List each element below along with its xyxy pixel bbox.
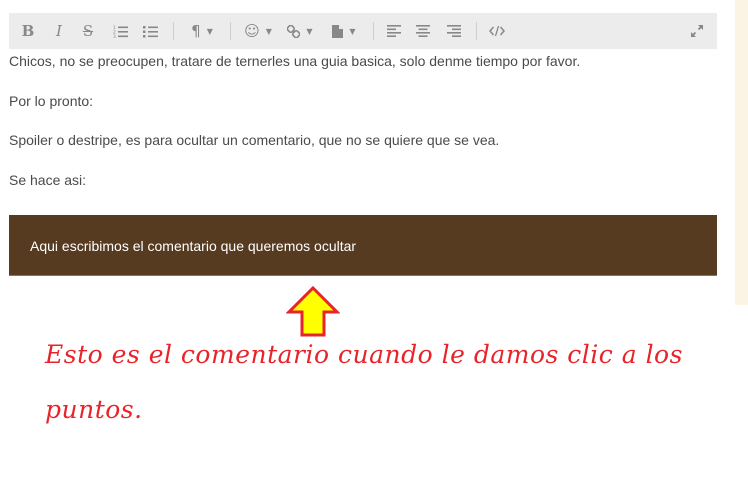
- italic-button[interactable]: I: [47, 13, 71, 49]
- chevron-down-icon: ▼: [265, 26, 272, 36]
- bullet-list-button[interactable]: [135, 13, 165, 49]
- align-left-button[interactable]: [382, 13, 406, 49]
- expand-icon: [691, 25, 703, 37]
- annotation-text: puntos.: [45, 395, 143, 424]
- smiley-icon: ☺: [244, 22, 260, 40]
- chevron-down-icon: ▼: [206, 26, 213, 36]
- paragraph: Spoiler o destripe, es para ocultar un c…: [9, 132, 500, 148]
- align-center-icon: [416, 25, 430, 37]
- paragraph-format-dropdown[interactable]: ¶ ▼: [182, 13, 222, 49]
- bold-button[interactable]: B: [9, 13, 47, 49]
- annotation-text: Esto es el comentario cuando le damos cl…: [45, 340, 683, 369]
- spoiler-text: Aqui escribimos el comentario que querem…: [30, 238, 357, 254]
- spoiler-box[interactable]: Aqui escribimos el comentario que querem…: [9, 215, 717, 276]
- align-right-button[interactable]: [440, 13, 468, 49]
- code-icon: [489, 25, 505, 37]
- toolbar-divider: [476, 22, 477, 40]
- toolbar-divider: [230, 22, 231, 40]
- ordered-list-icon: 1 2 3: [113, 25, 128, 38]
- toolbar-divider: [373, 22, 374, 40]
- ordered-list-button[interactable]: 1 2 3: [105, 13, 135, 49]
- link-icon: [287, 24, 301, 38]
- svg-text:3: 3: [113, 34, 116, 38]
- link-dropdown[interactable]: ▼: [277, 13, 323, 49]
- insert-media-dropdown[interactable]: ▼: [323, 13, 365, 49]
- chevron-down-icon: ▼: [349, 26, 356, 36]
- document-icon: [332, 24, 344, 38]
- align-center-button[interactable]: [406, 13, 440, 49]
- strikethrough-button[interactable]: S: [71, 13, 105, 49]
- paragraph: Por lo pronto:: [9, 93, 94, 109]
- align-left-icon: [387, 25, 401, 37]
- paragraph: Chicos, no se preocupen, tratare de tern…: [9, 53, 581, 69]
- source-code-button[interactable]: [485, 13, 509, 49]
- bullet-list-icon: [142, 25, 158, 37]
- fullscreen-button[interactable]: [687, 13, 707, 49]
- align-right-icon: [447, 25, 461, 37]
- page-right-edge: [735, 0, 748, 305]
- chevron-down-icon: ▼: [306, 26, 313, 36]
- paragraph: Se hace asi:: [9, 172, 87, 188]
- editor-toolbar: B I S 1 2 3 ¶ ▼ ☺ ▼ ▼ ▼: [9, 13, 717, 49]
- toolbar-divider: [173, 22, 174, 40]
- smiley-dropdown[interactable]: ☺ ▼: [239, 13, 277, 49]
- paragraph-icon: ¶: [191, 22, 201, 40]
- arrow-up-icon: [286, 286, 340, 337]
